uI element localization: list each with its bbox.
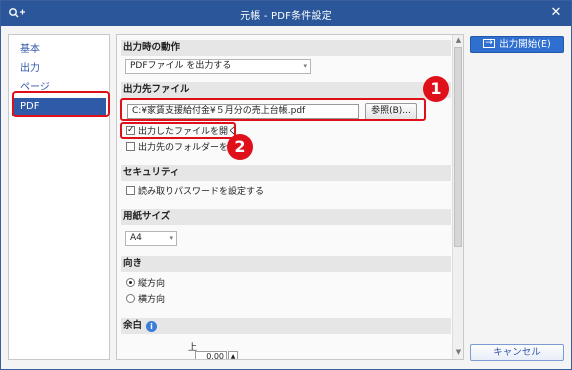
output-path-highlight (120, 98, 426, 121)
pdf-settings-dialog: 元帳 - PDF条件設定 ✕ 基本 出力 ページ PDF 出力時の動作 PDFフ… (0, 0, 572, 370)
paper-size-select[interactable]: A4 ▾ (125, 231, 177, 246)
spin-up-icon[interactable]: ▲ (228, 351, 238, 359)
margin-top-input[interactable]: 0.00 (195, 351, 227, 359)
checkbox-label: 読み取りパスワードを設定する (138, 187, 265, 197)
step-badge-1: 1 (423, 76, 449, 102)
title-bar: 元帳 - PDF条件設定 ✕ (1, 1, 571, 26)
cancel-button[interactable]: キャンセル (470, 344, 564, 361)
section-title: セキュリティ (121, 165, 451, 181)
section-title: 出力先ファイル (121, 82, 451, 98)
select-value: PDFファイル を出力する (130, 61, 232, 71)
window-title: 元帳 - PDF条件設定 (240, 11, 332, 22)
section-security: セキュリティ (121, 165, 451, 181)
section-title: 用紙サイズ (121, 209, 451, 225)
section-orientation: 向き (121, 256, 451, 272)
info-icon[interactable]: i (146, 321, 158, 332)
sidebar-item-basic[interactable]: 基本 (12, 41, 106, 59)
section-output-file: 出力先ファイル (121, 82, 451, 98)
panel-scrollbar[interactable]: ▲ ▼ (452, 35, 463, 359)
section-margins: 余白 i (121, 318, 451, 334)
step-badge-2: 2 (227, 134, 253, 160)
radio-selected-icon (126, 278, 135, 287)
section-paper-size: 用紙サイズ (121, 209, 451, 225)
scrollbar-thumb[interactable] (454, 47, 462, 247)
scroll-up-icon[interactable]: ▲ (454, 36, 463, 44)
close-icon[interactable]: ✕ (545, 3, 567, 23)
pdf-tab-highlight (12, 91, 110, 117)
scroll-down-icon[interactable]: ▼ (454, 348, 463, 356)
settings-sidebar: 基本 出力 ページ PDF (8, 34, 110, 360)
section-output-action: 出力時の動作 (121, 40, 451, 56)
start-output-label: 出力開始(E) (499, 39, 551, 50)
open-file-highlight (120, 122, 236, 139)
checkbox-icon (126, 186, 135, 195)
radio-label: 横方向 (138, 295, 166, 305)
landscape-radio[interactable]: 横方向 (126, 294, 165, 307)
read-password-checkbox[interactable]: 読み取りパスワードを設定する (126, 186, 264, 199)
settings-panel: 出力時の動作 PDFファイル を出力する ▾ 出力先ファイル C:¥家賃支援給付… (116, 34, 464, 360)
section-title-row: 余白 i (121, 318, 451, 334)
section-title: 余白 (123, 320, 143, 331)
start-output-button[interactable]: 出力開始(E) (470, 36, 564, 53)
export-icon (483, 36, 496, 51)
chevron-down-icon: ▾ (303, 62, 307, 70)
chevron-down-icon: ▾ (169, 234, 173, 242)
sidebar-item-output[interactable]: 出力 (12, 60, 106, 78)
output-action-select[interactable]: PDFファイル を出力する ▾ (125, 59, 311, 74)
checkbox-icon (126, 142, 135, 151)
select-value: A4 (130, 233, 142, 243)
section-title: 向き (121, 256, 451, 272)
radio-label: 縦方向 (138, 279, 166, 289)
radio-icon (126, 294, 135, 303)
portrait-radio[interactable]: 縦方向 (126, 278, 165, 291)
section-title: 出力時の動作 (121, 40, 451, 56)
